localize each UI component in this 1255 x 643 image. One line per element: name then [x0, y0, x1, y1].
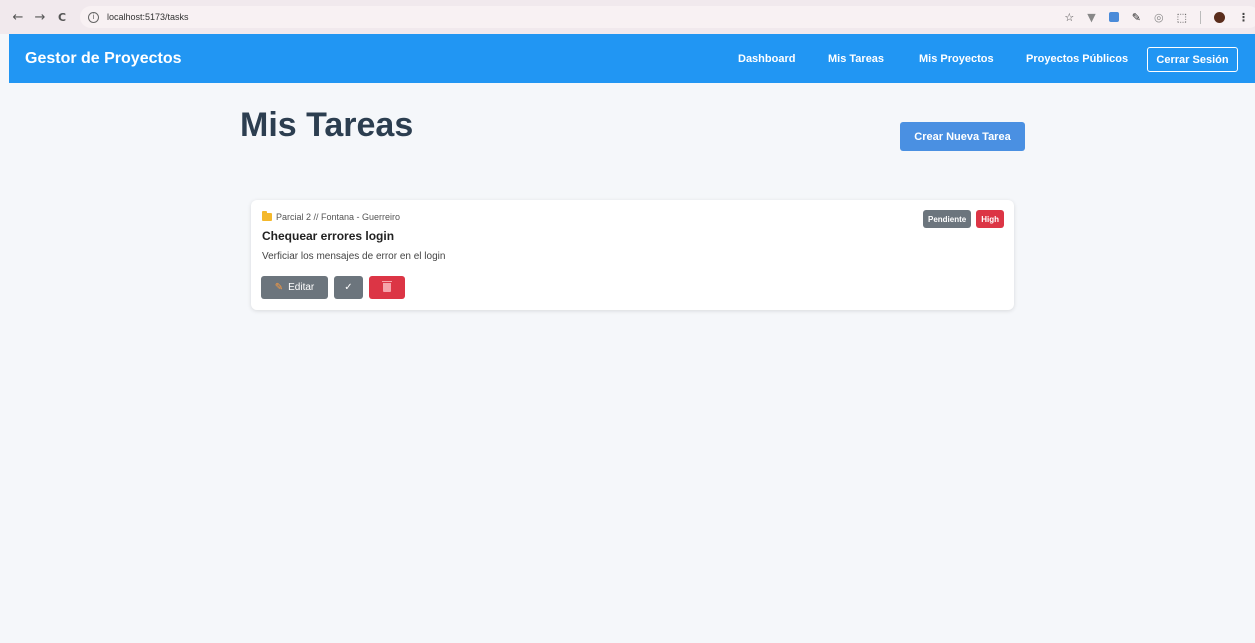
nav-links: Dashboard Mis Tareas Mis Proyectos Proye…	[9, 34, 1255, 83]
delete-task-button[interactable]	[369, 276, 405, 299]
nav-link-dashboard[interactable]: Dashboard	[738, 34, 795, 83]
forward-arrow-icon[interactable]: →	[29, 6, 51, 28]
edit-task-button[interactable]: ✎ Editar	[261, 276, 328, 299]
extensions-puzzle-icon[interactable]: ⬚	[1177, 11, 1187, 24]
pencil-icon: ✎	[274, 282, 284, 293]
nav-link-my-tasks[interactable]: Mis Tareas	[828, 34, 884, 83]
nav-link-my-projects[interactable]: Mis Proyectos	[919, 34, 994, 83]
site-info-icon[interactable]: i	[88, 11, 99, 23]
task-title: Chequear errores login	[262, 229, 395, 243]
folder-icon	[262, 211, 272, 221]
trash-icon	[382, 281, 392, 292]
task-description: Verficiar los mensajes de error en el lo…	[262, 251, 446, 262]
task-project: Parcial 2 // Fontana - Guerreiro	[262, 211, 401, 222]
browser-extensions: ☆ ▼ ✎ ◎ ⬚ ⋮	[1064, 6, 1249, 28]
page-title: Mis Tareas	[240, 106, 414, 144]
extension-pen-icon[interactable]: ✎	[1132, 11, 1141, 24]
address-url[interactable]: localhost:5173/tasks	[107, 12, 189, 22]
profile-avatar[interactable]	[1214, 11, 1225, 23]
extension-camera-icon[interactable]: ◎	[1154, 11, 1164, 24]
create-task-button[interactable]: Crear Nueva Tarea	[900, 122, 1025, 151]
app-navbar: Gestor de Proyectos Dashboard Mis Tareas…	[9, 34, 1255, 83]
nav-link-public-projects[interactable]: Proyectos Públicos	[1026, 34, 1128, 83]
bookmark-star-icon[interactable]: ☆	[1064, 11, 1074, 24]
logout-button[interactable]: Cerrar Sesión	[1147, 47, 1238, 72]
reload-icon[interactable]: C	[51, 6, 73, 28]
complete-task-button[interactable]: ✓	[334, 276, 363, 299]
task-actions: ✎ Editar ✓	[261, 276, 405, 299]
task-project-name: Parcial 2 // Fontana - Guerreiro	[276, 212, 401, 222]
task-card: Parcial 2 // Fontana - Guerreiro Chequea…	[251, 200, 1014, 310]
extension-square-icon[interactable]	[1108, 12, 1119, 22]
task-badges: Pendiente High	[922, 210, 1004, 228]
browser-toolbar: ← → C i localhost:5173/tasks ☆ ▼ ✎ ◎ ⬚ ⋮	[0, 0, 1255, 34]
priority-badge: High	[976, 210, 1004, 228]
extension-filter-icon[interactable]: ▼	[1087, 11, 1095, 24]
back-arrow-icon[interactable]: ←	[7, 6, 29, 28]
edit-button-label: Editar	[288, 282, 315, 293]
browser-menu-icon[interactable]: ⋮	[1238, 11, 1249, 24]
status-badge: Pendiente	[922, 210, 972, 228]
toolbar-separator	[1200, 10, 1201, 24]
